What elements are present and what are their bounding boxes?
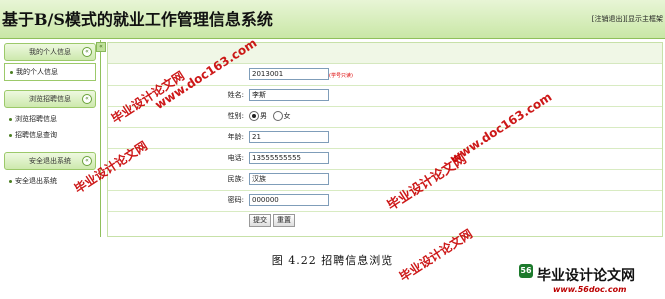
sidebar-toggle[interactable]: « [96,42,106,52]
top-links: [注销退出][显示主框架 [592,14,663,24]
section-title: 我的个人信息 [29,48,71,56]
sidebar: 我的个人信息 « 我的个人信息 浏览招聘信息 « 浏览招聘信息 招聘信息查询 安… [0,40,101,237]
bullet-icon [9,117,12,121]
section-title: 浏览招聘信息 [29,95,71,103]
form-row-phone: 电话: 13555555555 [108,148,662,170]
sidebar-item-browse-jobs[interactable]: 浏览招聘信息 [4,111,96,127]
form-row-ethnicity: 民族: 汉族 [108,169,662,191]
phone-field[interactable]: 13555555555 [249,152,329,164]
gender-female-radio[interactable] [272,111,283,121]
reset-button[interactable]: 重置 [273,214,295,227]
sidebar-section-jobs[interactable]: 浏览招聘信息 « [4,90,96,108]
main-content: 2013001 (学号只读) 姓名: 李斯 性别: 男 女 年龄: 21 电话:… [107,42,663,237]
name-field[interactable]: 李斯 [249,89,329,101]
form-row-age: 年龄: 21 [108,127,662,149]
sidebar-item-label: 我的个人信息 [16,68,58,76]
bullet-icon [9,133,12,137]
logout-link[interactable]: [注销退出] [592,15,625,23]
page-title: 基于B/S模式的就业工作管理信息系统 [2,10,273,29]
form-row-actions: 提交 重置 [108,211,662,232]
sidebar-item-label: 安全退出系统 [15,177,57,185]
sidebar-item-my-info[interactable]: 我的个人信息 [4,63,96,81]
logo-url: www.56doc.com [553,285,627,294]
collapse-icon[interactable]: « [82,94,92,104]
header-bar: 基于B/S模式的就业工作管理信息系统 [注销退出][显示主框架 [0,0,665,39]
password-field[interactable]: 000000 [249,194,329,206]
section-title: 安全退出系统 [29,157,71,165]
sidebar-item-label: 浏览招聘信息 [15,115,57,123]
id-hint: (学号只读) [329,73,353,79]
site-logo: 56 毕业设计论文网 www.56doc.com [495,262,665,299]
password-label: 密码: [227,196,244,204]
gender-male-label: 男 [260,112,267,120]
collapse-icon[interactable]: « [82,156,92,166]
logo-name: 毕业设计论文网 [537,268,635,284]
gender-male-radio[interactable] [249,111,259,121]
home-link[interactable]: [显示主框架 [625,15,663,23]
student-id-field[interactable]: 2013001 [249,68,329,80]
sidebar-item-search-jobs[interactable]: 招聘信息查询 [4,127,96,143]
ethnicity-field[interactable]: 汉族 [249,173,329,185]
logo-badge: 56 [519,264,533,278]
collapse-icon[interactable]: « [82,47,92,57]
age-label: 年龄: [227,133,244,141]
gender-female-label: 女 [283,112,291,120]
sidebar-item-label: 招聘信息查询 [15,131,57,139]
age-field[interactable]: 21 [249,131,329,143]
sidebar-section-personal[interactable]: 我的个人信息 « [4,43,96,61]
ethnicity-label: 民族: [227,175,244,183]
form-row-gender: 性别: 男 女 [108,106,662,128]
bullet-icon [10,70,13,74]
sidebar-section-logout[interactable]: 安全退出系统 « [4,152,96,170]
submit-button[interactable]: 提交 [249,214,271,227]
bullet-icon [9,179,12,183]
content-header-strip [108,43,662,64]
